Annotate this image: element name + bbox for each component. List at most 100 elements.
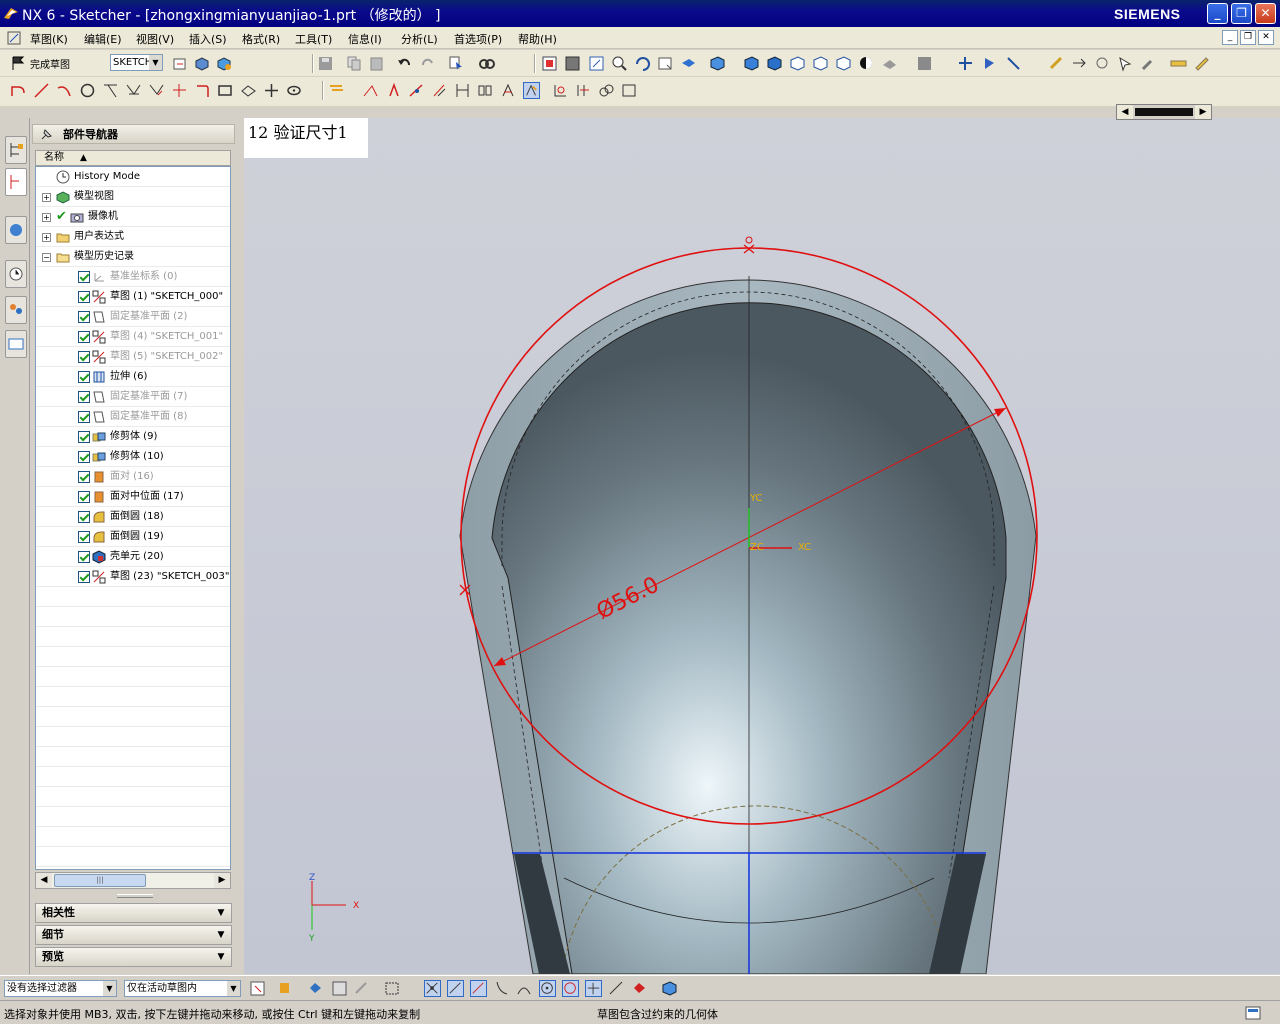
- view-options-icon[interactable]: [680, 55, 697, 72]
- select-all-icon[interactable]: [307, 980, 324, 997]
- front-view-icon[interactable]: [812, 55, 829, 72]
- expand-icon[interactable]: +: [42, 233, 51, 242]
- visibility-checkbox[interactable]: [78, 531, 90, 543]
- snap-icon[interactable]: [1005, 55, 1022, 72]
- zoom-icon[interactable]: [588, 55, 605, 72]
- selection-scope-dropdown[interactable]: 仅在活动草图内 ▼: [124, 980, 241, 997]
- snap-center-icon[interactable]: [539, 980, 556, 997]
- animate-dimension-icon[interactable]: [552, 82, 569, 99]
- expand-chevron-icon[interactable]: ▼: [214, 950, 228, 964]
- tree-row[interactable]: 修剪体 (9): [36, 427, 230, 447]
- select-face-icon[interactable]: [331, 980, 348, 997]
- tree-row[interactable]: 修剪体 (10): [36, 447, 230, 467]
- project-curve-icon[interactable]: [431, 82, 448, 99]
- assembly-navigator-tab[interactable]: [5, 136, 27, 164]
- history-tab[interactable]: [5, 260, 27, 288]
- fillet-icon[interactable]: [102, 82, 119, 99]
- pan-icon[interactable]: [657, 55, 674, 72]
- tree-row[interactable]: 面对 (16): [36, 467, 230, 487]
- system-materials-tab[interactable]: [5, 330, 27, 358]
- rotate-icon[interactable]: [634, 55, 651, 72]
- visibility-checkbox[interactable]: [78, 311, 90, 323]
- top-view-icon[interactable]: [789, 55, 806, 72]
- visibility-checkbox[interactable]: [78, 291, 90, 303]
- details-section[interactable]: 细节 ▼: [35, 925, 232, 945]
- menu-format[interactable]: 格式(R): [242, 31, 280, 47]
- visibility-checkbox[interactable]: [78, 491, 90, 503]
- visibility-checkbox[interactable]: [78, 471, 90, 483]
- menu-view[interactable]: 视图(V): [136, 31, 174, 47]
- mdi-restore-button[interactable]: ❐: [1240, 30, 1256, 45]
- expand-icon[interactable]: +: [42, 213, 51, 222]
- show-constraints-icon[interactable]: [523, 82, 540, 99]
- scroll-right-icon[interactable]: ▶: [1195, 105, 1211, 119]
- ellipse-icon[interactable]: [286, 82, 303, 99]
- convert-reference-icon[interactable]: [575, 82, 592, 99]
- snap-midpoint-icon[interactable]: [447, 980, 464, 997]
- scroll-thumb[interactable]: |||: [54, 874, 146, 887]
- visibility-checkbox[interactable]: [78, 371, 90, 383]
- restore-button[interactable]: ❐: [1231, 3, 1252, 24]
- menu-preferences[interactable]: 首选项(P): [454, 31, 502, 47]
- arrow-icon[interactable]: [1071, 55, 1088, 72]
- type-filter-dropdown[interactable]: 没有选择过滤器 ▼: [4, 980, 117, 997]
- visibility-checkbox[interactable]: [78, 431, 90, 443]
- visibility-checkbox[interactable]: [78, 451, 90, 463]
- edge-display-icon[interactable]: [881, 55, 898, 72]
- undo-icon[interactable]: [396, 55, 413, 72]
- mirror-curve-icon[interactable]: [362, 82, 379, 99]
- finish-sketch-icon[interactable]: [10, 55, 27, 72]
- polygon-icon[interactable]: [240, 82, 257, 99]
- profile-icon[interactable]: [10, 82, 27, 99]
- snap-existing-point-icon[interactable]: [585, 980, 602, 997]
- menu-tools[interactable]: 工具(T): [295, 31, 332, 47]
- zoom-window-icon[interactable]: [564, 55, 581, 72]
- properties-icon[interactable]: [1193, 55, 1210, 72]
- close-button[interactable]: ✕: [1255, 3, 1276, 24]
- trimetric-view-icon[interactable]: [743, 55, 760, 72]
- tree-row[interactable]: 拉伸 (6): [36, 367, 230, 387]
- menu-sketch[interactable]: 草图(K): [30, 31, 68, 47]
- arc-icon[interactable]: [56, 82, 73, 99]
- viewport-scroller[interactable]: ◀ ▶: [1116, 104, 1212, 120]
- snap-on-face-icon[interactable]: [631, 980, 648, 997]
- align-icon[interactable]: [981, 55, 998, 72]
- fit-icon[interactable]: [541, 55, 558, 72]
- expand-chevron-icon[interactable]: ▼: [214, 928, 228, 942]
- expand-icon[interactable]: +: [42, 193, 51, 202]
- zoom-in-out-icon[interactable]: [611, 55, 628, 72]
- tree-row[interactable]: 固定基准平面 (2): [36, 307, 230, 327]
- ruler-icon[interactable]: [1170, 55, 1187, 72]
- minimize-button[interactable]: _: [1207, 3, 1228, 24]
- shaded-icon[interactable]: [709, 55, 726, 72]
- visibility-checkbox[interactable]: [78, 331, 90, 343]
- menu-analysis[interactable]: 分析(L): [401, 31, 438, 47]
- infer-constraints-icon[interactable]: [621, 82, 638, 99]
- offset-curve-icon[interactable]: [328, 82, 345, 99]
- quick-extend-icon[interactable]: [171, 82, 188, 99]
- tree-row[interactable]: 草图 (4) "SKETCH_001": [36, 327, 230, 347]
- measure-icon[interactable]: [1048, 55, 1065, 72]
- pin-icon[interactable]: [39, 128, 53, 142]
- finish-sketch-label[interactable]: 完成草图: [30, 56, 70, 71]
- graphics-window[interactable]: Ø56.0 YC XC ZC Z X Y 12 验证尺寸1: [244, 118, 1280, 974]
- tree-row[interactable]: 基准坐标系 (0): [36, 267, 230, 287]
- studio-icon[interactable]: [858, 55, 875, 72]
- update-model-icon[interactable]: [215, 55, 232, 72]
- dimension-icon[interactable]: [454, 82, 471, 99]
- model-view[interactable]: Ø56.0 YC XC ZC Z X Y: [244, 118, 1280, 974]
- command-finder-icon[interactable]: [478, 55, 495, 72]
- menu-info[interactable]: 信息(I): [348, 31, 382, 47]
- add-existing-icon[interactable]: [386, 82, 403, 99]
- snap-control-point-icon[interactable]: [470, 980, 487, 997]
- copy-icon[interactable]: [346, 55, 363, 72]
- sketch-name-dropdown[interactable]: SKETCH_003▼: [110, 54, 163, 71]
- rectangle-icon[interactable]: [217, 82, 234, 99]
- part-navigator-tab[interactable]: [5, 168, 27, 196]
- filter-settings-icon[interactable]: [249, 980, 266, 997]
- collapse-icon[interactable]: −: [42, 253, 51, 262]
- scroll-right-icon[interactable]: ▶: [214, 873, 230, 888]
- select-body-icon[interactable]: [353, 980, 370, 997]
- move-component-icon[interactable]: [957, 55, 974, 72]
- visibility-checkbox[interactable]: [78, 411, 90, 423]
